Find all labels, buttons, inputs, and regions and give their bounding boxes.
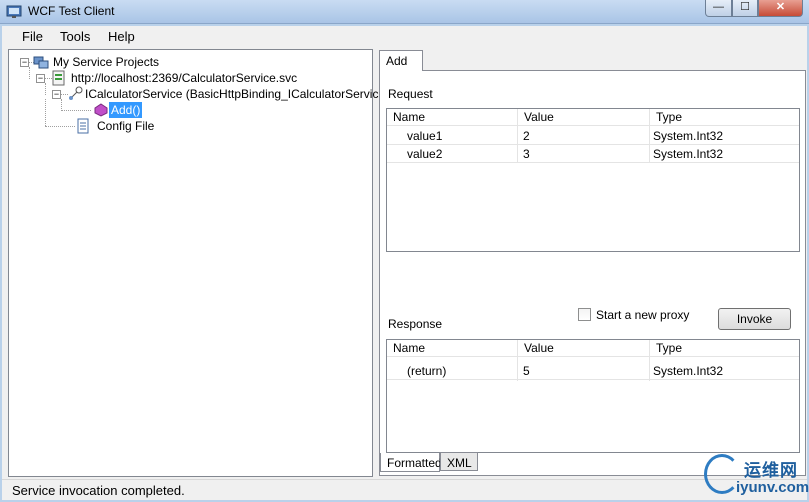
status-text: Service invocation completed.: [12, 483, 185, 498]
response-cell-name: (return): [407, 364, 447, 378]
tree-label-contract: ICalculatorService (BasicHttpBinding_ICa…: [85, 87, 390, 101]
table-row[interactable]: (return) 5 System.Int32: [387, 363, 799, 380]
watermark-logo-icon: [704, 454, 740, 494]
request-cell-value[interactable]: 2: [523, 128, 530, 145]
response-label: Response: [388, 317, 443, 331]
tab-add-panel: Request Name Value Type value1 2 System.…: [379, 70, 806, 476]
new-proxy-label: Start a new proxy: [596, 308, 690, 322]
request-col-type: Type: [649, 109, 799, 126]
request-grid[interactable]: Name Value Type value1 2 System.Int32 va…: [386, 108, 800, 252]
minimize-button[interactable]: —: [705, 0, 732, 17]
app-icon: [6, 5, 22, 18]
response-cell-type: System.Int32: [653, 364, 724, 378]
request-cell-name: value1: [407, 129, 443, 143]
tab-formatted-label: Formatted: [387, 456, 442, 470]
close-icon: ✕: [775, 1, 786, 13]
grid-divider: [517, 340, 518, 381]
response-cell-value: 5: [523, 364, 530, 378]
invoke-button[interactable]: Invoke: [718, 308, 791, 330]
response-col-value: Value: [517, 340, 649, 357]
method-icon: [94, 103, 108, 117]
status-bar: Service invocation completed.: [2, 479, 807, 500]
table-row[interactable]: value1 2 System.Int32: [387, 128, 799, 145]
tree-label-endpoint: http://localhost:2369/CalculatorService.…: [71, 71, 298, 85]
tree-connector: [61, 110, 91, 111]
grid-divider: [517, 109, 518, 163]
tree-connector: [29, 67, 30, 79]
operation-tab-control: Add Request Name Value Type value1 2 Sys…: [377, 49, 807, 477]
response-col-type: Type: [649, 340, 799, 357]
menu-help[interactable]: Help: [108, 29, 135, 44]
response-col-name: Name: [393, 341, 426, 355]
menu-tools[interactable]: Tools: [60, 29, 90, 44]
title-bar: WCF Test Client — ☐ ✕: [0, 0, 809, 24]
watermark-cn: 运维网: [744, 461, 798, 480]
watermark-url: iyunv.com: [736, 479, 809, 496]
tab-add-label: Add: [386, 54, 408, 68]
grid-divider: [649, 340, 650, 381]
service-icon: [52, 70, 65, 86]
tree-label-root: My Service Projects: [53, 55, 160, 69]
tab-xml-label: XML: [447, 456, 472, 470]
request-col-value: Value: [517, 109, 649, 126]
config-file-icon: [77, 118, 89, 134]
watermark: 运维网 iyunv.com: [700, 452, 809, 498]
new-proxy-checkbox[interactable]: [578, 308, 591, 321]
request-grid-header: Name Value Type: [387, 109, 799, 126]
projects-icon: [33, 56, 49, 69]
maximize-icon: ☐: [740, 1, 750, 13]
tab-formatted[interactable]: Formatted: [380, 453, 442, 472]
close-button[interactable]: ✕: [758, 0, 803, 17]
request-cell-type: System.Int32: [653, 147, 724, 161]
window-title: WCF Test Client: [28, 4, 115, 18]
request-cell-value[interactable]: 3: [523, 146, 530, 163]
expand-toggle-root[interactable]: −: [20, 58, 29, 67]
grid-divider: [649, 109, 650, 163]
response-grid-header: Name Value Type: [387, 340, 799, 357]
expand-toggle-endpoint[interactable]: −: [36, 74, 45, 83]
service-tree: − My Service Projects − http://localhost…: [8, 49, 389, 477]
expand-toggle-contract[interactable]: −: [52, 90, 61, 99]
minimize-icon: —: [713, 1, 724, 13]
maximize-button[interactable]: ☐: [732, 0, 758, 17]
response-grid[interactable]: Name Value Type (return) 5 System.Int32: [386, 339, 800, 453]
request-cell-name: value2: [407, 147, 443, 161]
tree-connector: [45, 83, 46, 95]
tree-connector: [45, 99, 46, 126]
tab-xml[interactable]: XML: [440, 452, 478, 471]
request-cell-type: System.Int32: [653, 129, 724, 143]
table-row[interactable]: value2 3 System.Int32: [387, 146, 799, 163]
tree-label-config: Config File: [97, 119, 155, 133]
tree-label-operation: Add(): [109, 102, 143, 118]
tab-add[interactable]: Add: [379, 50, 423, 71]
contract-icon: [69, 86, 83, 100]
menu-bar: File Tools Help: [2, 26, 807, 47]
request-label: Request: [388, 87, 433, 101]
invoke-button-label: Invoke: [736, 312, 773, 326]
client-area: − My Service Projects − http://localhost…: [2, 47, 807, 479]
request-col-name: Name: [393, 110, 426, 124]
tree-connector: [45, 126, 75, 127]
menu-file[interactable]: File: [22, 29, 43, 44]
